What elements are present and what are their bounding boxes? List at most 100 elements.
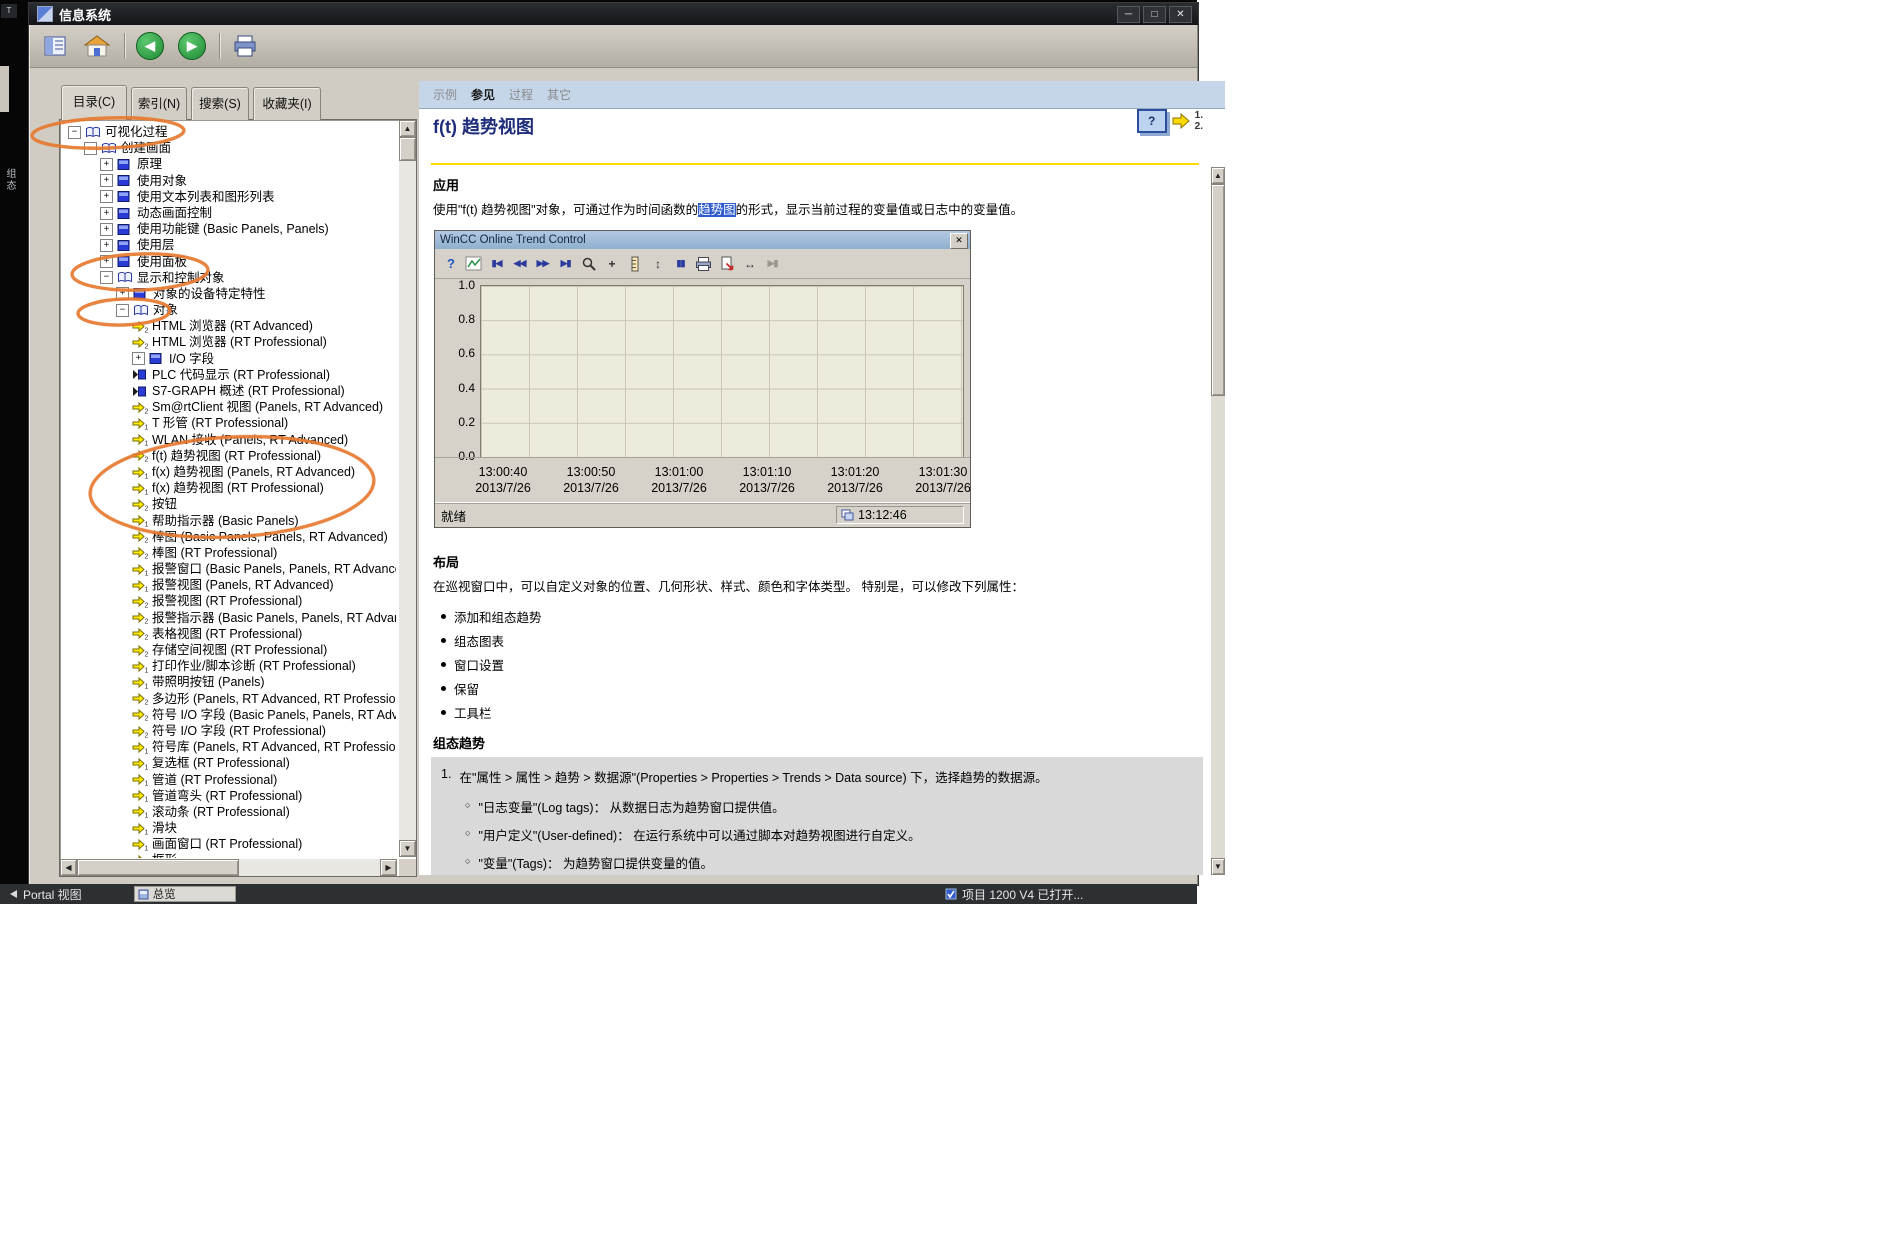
taskbar-item-overview[interactable]: 总览 [133, 886, 236, 902]
tree-item[interactable]: 2 棒图 (RT Professional) [60, 545, 396, 561]
tree-item[interactable]: 1 滚动条 (RT Professional) [60, 804, 396, 820]
tree-item[interactable]: 2 按钮 [60, 496, 396, 512]
tree-item[interactable]: + 使用面板 [60, 254, 396, 270]
ruler-icon[interactable] [623, 253, 646, 275]
tree-item[interactable]: 1 画面窗口 (RT Professional) [60, 836, 396, 852]
maximize-button[interactable]: □ [1143, 6, 1166, 23]
tree-item[interactable]: 2 棒图 (Basic Panels, Panels, RT Advanced) [60, 529, 396, 545]
first-record-icon[interactable]: ▮◀ [485, 253, 508, 275]
tree-item[interactable]: + 对象的设备特定特性 [60, 286, 396, 302]
tree-item[interactable]: + 使用层 [60, 237, 396, 253]
tree-item[interactable]: 2 报警视图 (RT Professional) [60, 593, 396, 609]
tree-item[interactable]: − 创建画面 [60, 140, 396, 156]
expander-icon[interactable]: + [100, 222, 113, 236]
tree-item[interactable]: − 可视化过程 [60, 124, 396, 140]
tree-item[interactable]: 2 符号 I/O 字段 (Basic Panels, Panels, RT Adv… [60, 707, 396, 723]
close-button[interactable]: ✕ [1169, 6, 1192, 23]
pan-icon[interactable]: + [600, 253, 623, 275]
sidebar-tab-2[interactable]: 索引(N) [131, 87, 187, 120]
tree-hscrollbar[interactable]: ◀ ▶ [60, 859, 397, 876]
tree-item[interactable]: 1 管道 (RT Professional) [60, 772, 396, 788]
export-icon[interactable] [715, 253, 738, 275]
expander-icon[interactable]: − [84, 141, 97, 155]
pause-icon[interactable]: ▮▮ [669, 253, 692, 275]
expander-icon[interactable]: + [100, 174, 113, 188]
scroll-up-icon[interactable]: ▲ [1211, 167, 1225, 184]
tree-item[interactable]: 1 f(x) 趋势视图 (Panels, RT Advanced) [60, 464, 396, 480]
tree-item[interactable]: 1 WLAN 接收 (Panels, RT Advanced) [60, 432, 396, 448]
tree-item[interactable]: 2 存储空间视图 (RT Professional) [60, 642, 396, 658]
print-button[interactable] [228, 30, 262, 62]
tree-item[interactable]: + 使用文本列表和图形列表 [60, 189, 396, 205]
tree-item[interactable]: 1 符号库 (Panels, RT Advanced, RT Profession… [60, 739, 396, 755]
contents-button[interactable] [38, 30, 72, 62]
expander-icon[interactable]: + [100, 206, 113, 220]
back-button[interactable]: ◀ [133, 30, 167, 62]
tree-item[interactable]: + 动态画面控制 [60, 205, 396, 221]
tree-item[interactable]: 2 f(t) 趋势视图 (RT Professional) [60, 448, 396, 464]
expander-icon[interactable]: + [100, 157, 113, 171]
home-button[interactable] [80, 30, 114, 62]
expander-icon[interactable]: − [100, 271, 113, 285]
tree-item[interactable]: 2 HTML 浏览器 (RT Advanced) [60, 318, 396, 334]
tree-item[interactable]: 2 符号 I/O 字段 (RT Professional) [60, 723, 396, 739]
expander-icon[interactable]: + [116, 287, 129, 301]
scroll-right-icon[interactable]: ▶ [380, 859, 397, 876]
tree-item[interactable]: − 对象 [60, 302, 396, 318]
tree-item[interactable]: 2报警指示器 (Basic Panels, Panels, RT Advance… [60, 610, 396, 626]
sidebar-tab-4[interactable]: 收藏夹(I) [253, 87, 321, 120]
tree-item[interactable]: 2 Sm@rtClient 视图 (Panels, RT Advanced) [60, 399, 396, 415]
content-vscrollbar[interactable]: ▲ ▼ [1211, 167, 1225, 875]
topic-menu-4[interactable]: 其它 [547, 86, 571, 103]
sidebar-tab-1[interactable]: 目录(C) [61, 85, 127, 120]
tree-item[interactable]: 1T 形管 (RT Professional) [60, 415, 396, 431]
tree-item[interactable]: 1 管道弯头 (RT Professional) [60, 788, 396, 804]
value-range-icon[interactable]: ↕ [646, 253, 669, 275]
tree-item[interactable]: 2 多边形 (Panels, RT Advanced, RT Profession… [60, 691, 396, 707]
tree-item[interactable]: 1 打印作业/脚本诊断 (RT Professional) [60, 658, 396, 674]
portal-view-button[interactable]: Portal 视图 [8, 886, 82, 903]
tree-item[interactable]: − 显示和控制对象 [60, 270, 396, 286]
last-record-icon[interactable]: ▶▮ [554, 253, 577, 275]
trend-close-icon[interactable]: ✕ [950, 233, 968, 249]
time-range-icon[interactable]: ↔ [738, 253, 761, 275]
tree-item[interactable]: 1 报警窗口 (Basic Panels, Panels, RT Advanced… [60, 561, 396, 577]
forward-button[interactable]: ▶ [175, 30, 209, 62]
tree-item[interactable]: 2 表格视图 (RT Professional) [60, 626, 396, 642]
trend-config-icon[interactable] [462, 253, 485, 275]
tree-vscrollbar[interactable]: ▲ ▼ [399, 120, 416, 857]
topic-menu-2[interactable]: 参见 [471, 86, 495, 103]
scroll-down-icon[interactable]: ▼ [399, 840, 416, 857]
topic-menu-3[interactable]: 过程 [509, 86, 533, 103]
help-icon[interactable]: ? [439, 253, 462, 275]
expander-icon[interactable]: + [100, 238, 113, 252]
help-window-icon[interactable]: ? [1136, 109, 1167, 133]
expander-icon[interactable]: − [116, 303, 129, 317]
tree-item[interactable]: 1 报警视图 (Panels, RT Advanced) [60, 577, 396, 593]
expander-icon[interactable]: + [132, 352, 145, 366]
jump-end-icon[interactable]: ▶▮ [761, 253, 784, 275]
tree-item[interactable]: 1 f(x) 趋势视图 (RT Professional) [60, 480, 396, 496]
tree-item[interactable]: PLC 代码显示 (RT Professional) [60, 367, 396, 383]
minimize-button[interactable]: ─ [1117, 6, 1140, 23]
tree-item[interactable]: + 使用功能键 (Basic Panels, Panels) [60, 221, 396, 237]
zoom-icon[interactable] [577, 253, 600, 275]
tree-item[interactable]: 1 复选框 (RT Professional) [60, 755, 396, 771]
tree-item[interactable]: S7-GRAPH 概述 (RT Professional) [60, 383, 396, 399]
expander-icon[interactable]: + [100, 255, 113, 269]
tree-item[interactable]: + 原理 [60, 156, 396, 172]
tree-item[interactable]: 1 帮助指示器 (Basic Panels) [60, 513, 396, 529]
tree-item[interactable]: 1 带照明按钮 (Panels) [60, 674, 396, 690]
forward-icon[interactable]: ▶▶ [531, 253, 554, 275]
rewind-icon[interactable]: ◀◀ [508, 253, 531, 275]
expander-icon[interactable]: − [68, 125, 81, 139]
tree-vscroll-thumb[interactable] [399, 137, 416, 161]
tree-item[interactable]: 1 滑块 [60, 820, 396, 836]
sidebar-tab-3[interactable]: 搜索(S) [191, 87, 249, 120]
scroll-down-icon[interactable]: ▼ [1211, 858, 1225, 875]
scroll-left-icon[interactable]: ◀ [60, 859, 77, 876]
scroll-up-icon[interactable]: ▲ [399, 120, 416, 137]
title-bar[interactable]: 信息系统 ─ □ ✕ [29, 3, 1198, 25]
expander-icon[interactable]: + [100, 190, 113, 204]
tree-item[interactable]: + I/O 字段 [60, 351, 396, 367]
